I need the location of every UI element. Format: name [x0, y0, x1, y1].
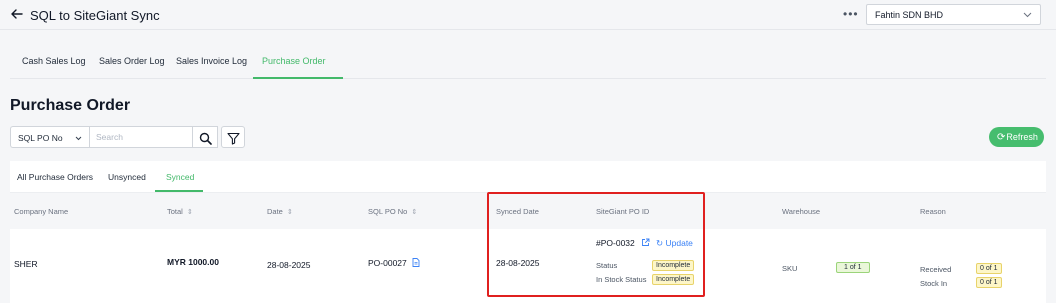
company-select[interactable]: Fahtin SDN BHD [866, 4, 1041, 25]
received-badge: 0 of 1 [976, 263, 1002, 274]
cell-synced-date: 28-08-2025 [496, 258, 540, 268]
back-arrow-icon[interactable] [10, 7, 24, 21]
refresh-label: Refresh [1006, 132, 1038, 142]
header-date[interactable]: Date ⇕ [267, 207, 293, 216]
chevron-down-icon [1023, 12, 1032, 18]
tab-sales-order-log[interactable]: Sales Order Log [99, 56, 165, 66]
tab-cash-sales-log[interactable]: Cash Sales Log [22, 56, 86, 66]
tab-sales-invoice-log[interactable]: Sales Invoice Log [176, 56, 247, 66]
sort-icon[interactable]: ⇕ [287, 208, 293, 216]
cell-sitegiant-po-id: #PO-0032 [596, 238, 650, 248]
page-title: Purchase Order [10, 97, 131, 114]
tab-all-purchase-orders[interactable]: All Purchase Orders [17, 172, 93, 182]
status-badge: Incomplete [652, 260, 695, 271]
update-button[interactable]: ↻ Update [656, 238, 693, 249]
sitegiant-po-id-text: #PO-0032 [596, 238, 635, 248]
tab-unsynced[interactable]: Unsynced [108, 172, 146, 182]
sort-icon[interactable]: ⇕ [411, 208, 417, 216]
company-select-value: Fahtin SDN BHD [875, 10, 944, 20]
warehouse-sku-badge: 1 of 1 [836, 262, 870, 273]
warehouse-sku-label: SKU [782, 264, 798, 273]
orders-panel: All Purchase Orders Unsynced Synced Comp… [10, 161, 1046, 303]
active-tab-indicator [253, 77, 343, 79]
app-title: SQL to SiteGiant Sync [30, 8, 160, 23]
sql-po-no-text: PO-00027 [368, 258, 407, 268]
refresh-icon: ⟳ [997, 132, 1006, 143]
header-sitegiant-po-id: SiteGiant PO ID [596, 207, 650, 216]
received-label: Received [920, 265, 952, 274]
search-field-select[interactable]: SQL PO No [10, 126, 89, 148]
header-warehouse: Warehouse [782, 207, 821, 216]
update-icon: ↻ [656, 238, 664, 248]
main-tabs: Cash Sales Log Sales Order Log Sales Inv… [10, 48, 1046, 79]
external-link-icon[interactable] [641, 238, 650, 247]
stock-status-badge: Incomplete [652, 274, 695, 285]
header-company-name: Company Name [14, 207, 69, 216]
sub-tabs: All Purchase Orders Unsynced Synced [10, 161, 1046, 192]
status-label: Status [596, 261, 618, 270]
tab-purchase-order[interactable]: Purchase Order [262, 56, 326, 66]
search-input[interactable] [89, 126, 193, 148]
header-synced-date: Synced Date [496, 207, 539, 216]
more-options-icon[interactable]: ••• [843, 8, 859, 20]
stock-status-label: In Stock Status [596, 275, 647, 284]
cell-total: MYR 1000.00 [167, 257, 219, 267]
header-reason: Reason [920, 207, 946, 216]
cell-date: 28-08-2025 [267, 260, 311, 270]
table-header: Company Name Total ⇕ Date ⇕ SQL PO No ⇕ Syn… [10, 192, 1046, 229]
filter-button[interactable] [221, 126, 245, 148]
document-icon[interactable] [412, 258, 420, 267]
header-sql-po-no[interactable]: SQL PO No ⇕ [368, 207, 417, 216]
sort-icon[interactable]: ⇕ [187, 208, 193, 216]
header-total[interactable]: Total ⇕ [167, 207, 193, 216]
chevron-down-icon [75, 136, 82, 141]
cell-sql-po-no: PO-00027 [368, 258, 420, 268]
cell-company-name: SHER [14, 259, 38, 269]
filter-icon [227, 132, 240, 145]
top-bar: SQL to SiteGiant Sync ••• Fahtin SDN BHD [0, 0, 1056, 30]
search-button[interactable] [193, 126, 218, 148]
search-icon [199, 132, 212, 145]
tab-synced[interactable]: Synced [166, 172, 194, 182]
update-label: Update [665, 238, 693, 248]
table-row[interactable]: SHER MYR 1000.00 28-08-2025 PO-00027 28-… [10, 229, 1046, 303]
refresh-button[interactable]: ⟳Refresh [989, 127, 1044, 147]
stock-in-label: Stock In [920, 279, 948, 288]
search-field-value: SQL PO No [18, 133, 63, 143]
stock-in-badge: 0 of 1 [976, 277, 1002, 288]
